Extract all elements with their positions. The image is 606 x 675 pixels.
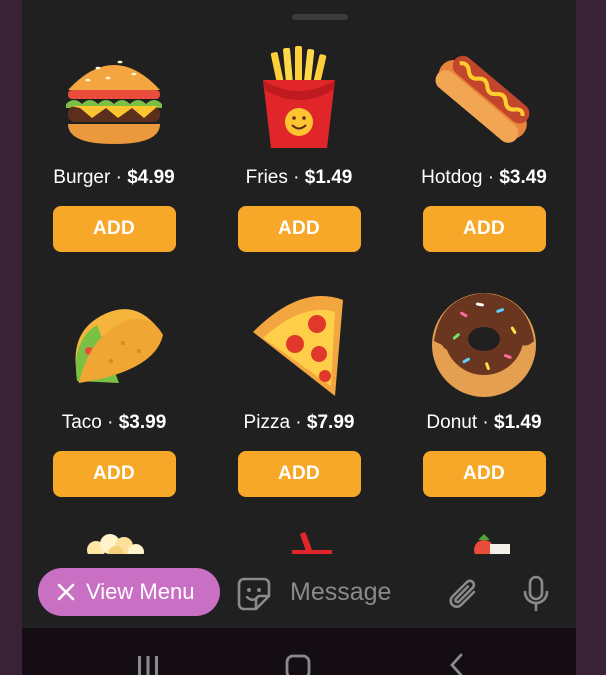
product-price: $1.49 (304, 167, 353, 188)
attach-icon[interactable] (444, 574, 484, 614)
product-label: Fries · $1.49 (207, 166, 391, 190)
label-separator: · (287, 167, 305, 188)
menu-sheet: Burger · $4.99 ADD Fries · $1.49 ADD Hot… (22, 0, 576, 628)
product-price: $3.99 (118, 412, 167, 433)
donut-icon (424, 283, 544, 403)
add-pizza-button[interactable]: ADD (237, 451, 361, 497)
product-card-fries: Fries · $1.49 ADD (207, 38, 391, 252)
add-fries-button[interactable]: ADD (237, 206, 361, 252)
message-input[interactable]: Message (290, 574, 391, 610)
burger-icon (54, 38, 174, 158)
product-card-donut: Donut · $1.49 ADD (392, 283, 576, 497)
product-name: Pizza (243, 412, 291, 433)
view-menu-button[interactable]: View Menu (38, 568, 220, 616)
product-name: Hotdog (421, 167, 483, 188)
view-menu-label: View Menu (86, 579, 195, 604)
product-price: $3.49 (499, 167, 547, 188)
system-navigation-bar (22, 628, 576, 675)
recent-apps-icon[interactable] (128, 650, 168, 675)
add-donut-button[interactable]: ADD (422, 451, 546, 497)
product-name: Fries (245, 167, 288, 188)
product-card-taco: Taco · $3.99 ADD (22, 283, 206, 497)
message-composer-bar: View Menu Message (22, 556, 576, 628)
ice-cream-icon (462, 528, 512, 554)
product-label: Donut · $1.49 (392, 411, 576, 435)
product-label: Pizza · $7.99 (207, 411, 391, 435)
product-card-pizza: Pizza · $7.99 ADD (207, 283, 391, 497)
drink-icon (284, 528, 334, 554)
add-hotdog-button[interactable]: ADD (422, 206, 546, 252)
taco-icon (54, 283, 174, 403)
product-price: $7.99 (306, 412, 355, 433)
add-taco-button[interactable]: ADD (52, 451, 176, 497)
product-label: Hotdog · $3.49 (392, 166, 576, 190)
label-separator: · (477, 412, 495, 433)
microphone-icon[interactable] (516, 574, 556, 614)
label-separator: · (110, 167, 128, 188)
product-price: $4.99 (127, 167, 175, 188)
popcorn-icon (82, 528, 148, 554)
close-icon (56, 582, 76, 602)
product-label: Burger · $4.99 (22, 166, 206, 190)
product-card-hotdog: Hotdog · $3.49 ADD (392, 38, 576, 252)
fries-icon (239, 38, 359, 158)
product-grid: Burger · $4.99 ADD Fries · $1.49 ADD Hot… (22, 38, 576, 554)
home-icon[interactable] (278, 650, 318, 675)
pizza-icon (239, 283, 359, 403)
hotdog-icon (424, 38, 544, 158)
product-name: Donut (426, 412, 478, 433)
product-card-burger: Burger · $4.99 ADD (22, 38, 206, 252)
product-name: Taco (61, 412, 102, 433)
back-icon[interactable] (436, 650, 476, 675)
product-name: Burger (53, 167, 111, 188)
window-frame-left (0, 0, 22, 675)
product-price: $1.49 (494, 412, 542, 433)
label-separator: · (290, 412, 307, 433)
sheet-drag-handle[interactable] (292, 14, 348, 20)
sticker-icon[interactable] (234, 574, 274, 614)
label-separator: · (101, 412, 119, 433)
label-separator: · (482, 167, 500, 188)
product-label: Taco · $3.99 (22, 411, 206, 435)
add-burger-button[interactable]: ADD (52, 206, 176, 252)
window-frame-right (576, 0, 606, 675)
